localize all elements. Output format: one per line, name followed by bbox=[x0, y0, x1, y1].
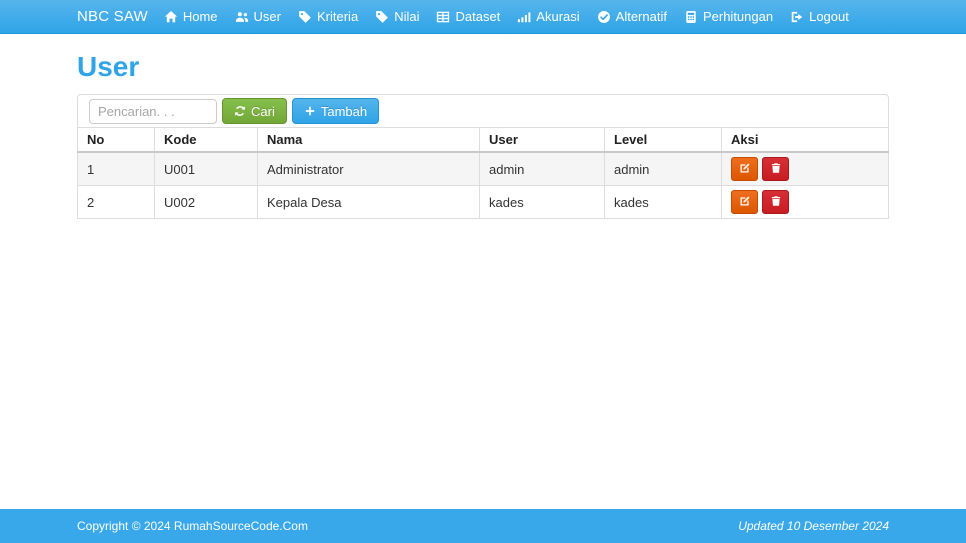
search-input[interactable] bbox=[89, 99, 217, 124]
nav-item-label: Nilai bbox=[394, 9, 419, 24]
cari-button-label: Cari bbox=[251, 104, 275, 119]
table-row: 1 U001 Administrator admin admin bbox=[78, 152, 889, 186]
nav-item-label: Kriteria bbox=[317, 9, 358, 24]
column-header-kode: Kode bbox=[155, 128, 258, 153]
nav-item-home[interactable]: Home bbox=[164, 9, 218, 24]
cell-kode: U002 bbox=[155, 186, 258, 219]
nav-item-label: User bbox=[254, 9, 281, 24]
cell-nama: Kepala Desa bbox=[258, 186, 480, 219]
trash-icon bbox=[770, 162, 782, 177]
plus-icon bbox=[304, 105, 316, 117]
nav-item-dataset[interactable]: Dataset bbox=[436, 9, 500, 24]
toolbar: Cari Tambah bbox=[77, 94, 889, 128]
cari-button[interactable]: Cari bbox=[222, 98, 287, 124]
cell-kode: U001 bbox=[155, 152, 258, 186]
nav-item-label: Perhitungan bbox=[703, 9, 773, 24]
edit-button[interactable] bbox=[731, 157, 758, 181]
delete-button[interactable] bbox=[762, 157, 789, 181]
edit-button[interactable] bbox=[731, 190, 758, 214]
footer: Copyright © 2024 RumahSourceCode.Com Upd… bbox=[0, 509, 966, 543]
tambah-button-label: Tambah bbox=[321, 104, 367, 119]
refresh-icon bbox=[234, 105, 246, 117]
cell-no: 1 bbox=[78, 152, 155, 186]
footer-updated: Updated 10 Desember 2024 bbox=[738, 519, 889, 533]
table-row: 2 U002 Kepala Desa kades kades bbox=[78, 186, 889, 219]
nav-item-label: Home bbox=[183, 9, 218, 24]
pencil-square-icon bbox=[739, 195, 751, 210]
signal-icon bbox=[517, 10, 531, 24]
cell-nama: Administrator bbox=[258, 152, 480, 186]
nav-item-perhitungan[interactable]: Perhitungan bbox=[684, 9, 773, 24]
delete-button[interactable] bbox=[762, 190, 789, 214]
navbar: NBC SAW Home User Kriteria bbox=[0, 0, 966, 34]
user-table: No Kode Nama User Level Aksi 1 U001 Admi… bbox=[77, 127, 889, 219]
cell-aksi bbox=[722, 186, 889, 219]
column-header-nama: Nama bbox=[258, 128, 480, 153]
cell-user: admin bbox=[480, 152, 605, 186]
nav-item-nilai[interactable]: Nilai bbox=[375, 9, 419, 24]
trash-icon bbox=[770, 195, 782, 210]
main-content: User Cari Tambah bbox=[0, 34, 966, 509]
tag-icon bbox=[375, 10, 389, 24]
column-header-no: No bbox=[78, 128, 155, 153]
pencil-square-icon bbox=[739, 162, 751, 177]
sign-out-icon bbox=[790, 10, 804, 24]
nav-item-kriteria[interactable]: Kriteria bbox=[298, 9, 358, 24]
home-icon bbox=[164, 10, 178, 24]
nav-item-akurasi[interactable]: Akurasi bbox=[517, 9, 579, 24]
brand[interactable]: NBC SAW bbox=[77, 8, 148, 25]
nav-item-label: Alternatif bbox=[616, 9, 667, 24]
calculator-icon bbox=[684, 10, 698, 24]
column-header-level: Level bbox=[605, 128, 722, 153]
table-header-row: No Kode Nama User Level Aksi bbox=[78, 128, 889, 153]
table-icon bbox=[436, 10, 450, 24]
nav-item-user[interactable]: User bbox=[235, 9, 281, 24]
nav-item-label: Logout bbox=[809, 9, 849, 24]
nav-menu: Home User Kriteria Nilai bbox=[164, 9, 849, 24]
nav-item-logout[interactable]: Logout bbox=[790, 9, 849, 24]
column-header-aksi: Aksi bbox=[722, 128, 889, 153]
nav-item-label: Dataset bbox=[455, 9, 500, 24]
column-header-user: User bbox=[480, 128, 605, 153]
cell-user: kades bbox=[480, 186, 605, 219]
cell-no: 2 bbox=[78, 186, 155, 219]
tag-icon bbox=[298, 10, 312, 24]
nav-item-alternatif[interactable]: Alternatif bbox=[597, 9, 667, 24]
users-icon bbox=[235, 10, 249, 24]
cell-aksi bbox=[722, 152, 889, 186]
nav-item-label: Akurasi bbox=[536, 9, 579, 24]
check-circle-icon bbox=[597, 10, 611, 24]
footer-copyright: Copyright © 2024 RumahSourceCode.Com bbox=[77, 519, 308, 533]
cell-level: kades bbox=[605, 186, 722, 219]
tambah-button[interactable]: Tambah bbox=[292, 98, 379, 124]
cell-level: admin bbox=[605, 152, 722, 186]
table-header: No Kode Nama User Level Aksi bbox=[78, 128, 889, 153]
page-title: User bbox=[77, 51, 889, 83]
